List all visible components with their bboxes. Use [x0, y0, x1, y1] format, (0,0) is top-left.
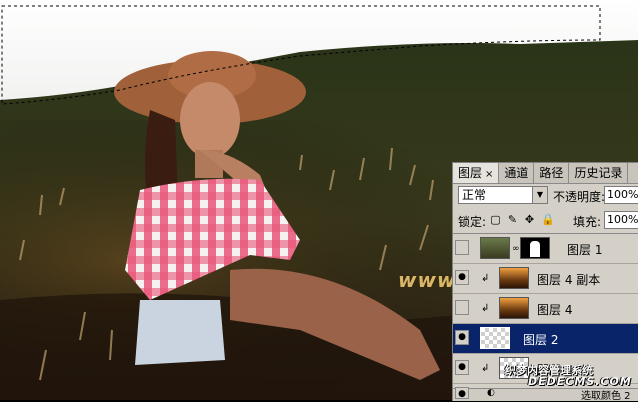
lock-transparent-icon[interactable]: ▢ [490, 214, 501, 225]
layer-thumbnail [480, 237, 510, 259]
opacity-input[interactable]: 100% [604, 186, 638, 204]
eye-icon[interactable]: ● [455, 330, 469, 345]
close-icon[interactable]: × [485, 169, 493, 180]
layer-row[interactable]: ↲ 图层 4 [453, 294, 638, 324]
visibility-toggle[interactable] [455, 300, 469, 315]
tab-history[interactable]: 历史记录 [569, 163, 629, 183]
link-icon: ∞ [512, 244, 520, 254]
tab-history-label: 历史记录 [574, 166, 623, 180]
eye-icon[interactable]: ● [455, 360, 469, 375]
fill-label: 填充: [573, 215, 602, 229]
layer-thumbnail [480, 327, 510, 349]
chevron-down-icon[interactable]: ▼ [532, 187, 547, 203]
layer-thumbnail [499, 297, 529, 319]
tab-paths[interactable]: 路径 [534, 163, 570, 183]
tab-channels[interactable]: 通道 [499, 163, 535, 183]
visibility-toggle[interactable] [455, 240, 469, 255]
layer-name: 图层 2 [523, 333, 559, 347]
clip-arrow-icon: ↲ [481, 363, 490, 374]
clip-arrow-icon: ↲ [481, 273, 490, 284]
tab-layers-label: 图层 [458, 166, 483, 180]
layer-mask-thumbnail[interactable] [520, 237, 550, 259]
lock-move-icon[interactable]: ✥ [524, 214, 535, 225]
layer-row-selected[interactable]: ● 图层 2 [453, 324, 638, 354]
woman-face [180, 82, 240, 158]
lock-all-icon[interactable]: 🔒 [541, 214, 555, 225]
layer-row[interactable]: ● ↲ 图层 4 副本 [453, 264, 638, 294]
layer-name: 图层 1 [567, 243, 603, 257]
panel-tabs: 图层 × 通道 路径 历史记录 [453, 163, 638, 184]
blend-mode-value: 正常 [462, 188, 487, 202]
fill-input[interactable]: 100% [604, 211, 638, 229]
opacity-label: 不透明度: [553, 190, 606, 204]
blend-mode-select[interactable]: 正常 ▼ [458, 186, 548, 204]
layer-thumbnail [499, 267, 529, 289]
lock-label: 锁定: [458, 215, 487, 229]
clip-arrow-icon: ↲ [481, 303, 490, 314]
adjustment-icon: ◐ [487, 388, 495, 398]
lock-paint-icon[interactable]: ✎ [507, 214, 518, 225]
tab-channels-label: 通道 [504, 166, 529, 180]
layer-name: 图层 4 副本 [537, 273, 601, 287]
eye-icon[interactable]: ● [455, 270, 469, 285]
lock-row: 锁定: ▢ ✎ ✥ 🔒 填充: 100% [456, 211, 638, 231]
domain-watermark: DEDECMS.COM [528, 375, 632, 388]
tab-layers[interactable]: 图层 × [453, 163, 500, 183]
layer-row[interactable]: ∞ 图层 1 [453, 234, 638, 264]
eye-icon[interactable]: ● [455, 387, 469, 399]
blend-row: 正常 ▼ 不透明度: 100% [456, 186, 638, 206]
tab-paths-label: 路径 [539, 166, 564, 180]
layer-name: 图层 4 [537, 303, 573, 317]
adjustment-layer-row[interactable]: ● ◐ 选取颜色 2 [453, 387, 638, 402]
